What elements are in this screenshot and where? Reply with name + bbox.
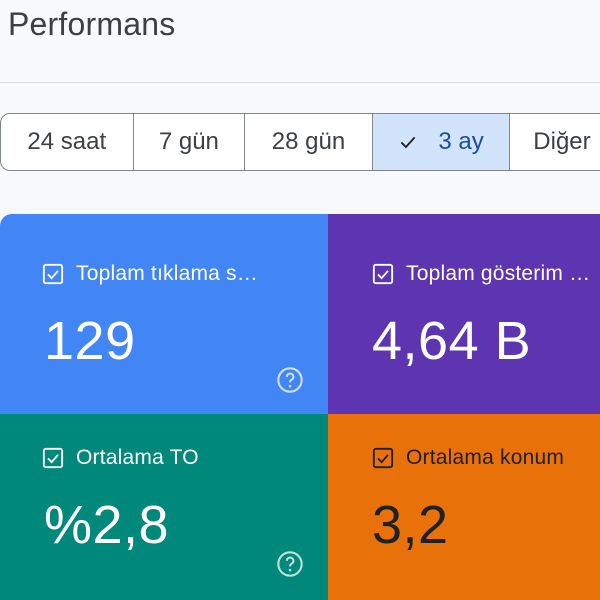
metric-label: Ortalama TO bbox=[76, 446, 199, 469]
metric-value: 4,64 B bbox=[372, 311, 532, 371]
metric-label: Toplam gösterim … bbox=[406, 262, 591, 285]
metric-card-header: Toplam gösterim … bbox=[372, 262, 590, 286]
checkbox-checked-icon[interactable] bbox=[372, 447, 394, 469]
range-label: 3 ay bbox=[438, 128, 484, 155]
metric-label: Ortalama konum bbox=[406, 446, 565, 469]
metric-card-header: Ortalama konum bbox=[372, 446, 564, 470]
metric-card-total-impressions[interactable]: Toplam gösterim … 4,64 B bbox=[328, 214, 600, 414]
metric-card-total-clicks[interactable]: Toplam tıklama s… 129 bbox=[0, 214, 328, 414]
metric-value: 129 bbox=[44, 311, 136, 371]
metric-card-header: Toplam tıklama s… bbox=[42, 262, 258, 286]
range-label: 28 gün bbox=[271, 128, 346, 155]
range-7-days-button[interactable]: 7 gün bbox=[134, 114, 246, 170]
metric-value: 3,2 bbox=[372, 495, 449, 555]
range-28-days-button[interactable]: 28 gün bbox=[245, 114, 373, 170]
metric-card-average-ctr[interactable]: Ortalama TO %2,8 bbox=[0, 414, 328, 600]
checkbox-checked-icon[interactable] bbox=[372, 263, 394, 285]
range-label: Diğer bbox=[533, 128, 591, 155]
metric-card-average-position[interactable]: Ortalama konum 3,2 bbox=[328, 414, 600, 600]
range-label: 7 gün bbox=[158, 128, 219, 155]
header-divider bbox=[0, 82, 600, 83]
range-label: 24 saat bbox=[27, 128, 107, 155]
check-icon bbox=[401, 136, 416, 149]
metric-label: Toplam tıklama s… bbox=[76, 262, 258, 285]
metric-card-header: Ortalama TO bbox=[42, 446, 199, 470]
date-range-selector: 24 saat 7 gün 28 gün 3 ay Diğer bbox=[0, 113, 600, 171]
range-24-hours-button[interactable]: 24 saat bbox=[1, 114, 134, 170]
checkbox-checked-icon[interactable] bbox=[42, 447, 64, 469]
page-title: Performans bbox=[8, 6, 176, 42]
question-circle-icon[interactable] bbox=[276, 550, 304, 578]
checkbox-checked-icon[interactable] bbox=[42, 263, 64, 285]
question-circle-icon[interactable] bbox=[276, 366, 304, 394]
range-3-months-button[interactable]: 3 ay bbox=[372, 114, 511, 170]
metric-value: %2,8 bbox=[44, 495, 170, 555]
range-other-button[interactable]: Diğer bbox=[510, 114, 600, 170]
